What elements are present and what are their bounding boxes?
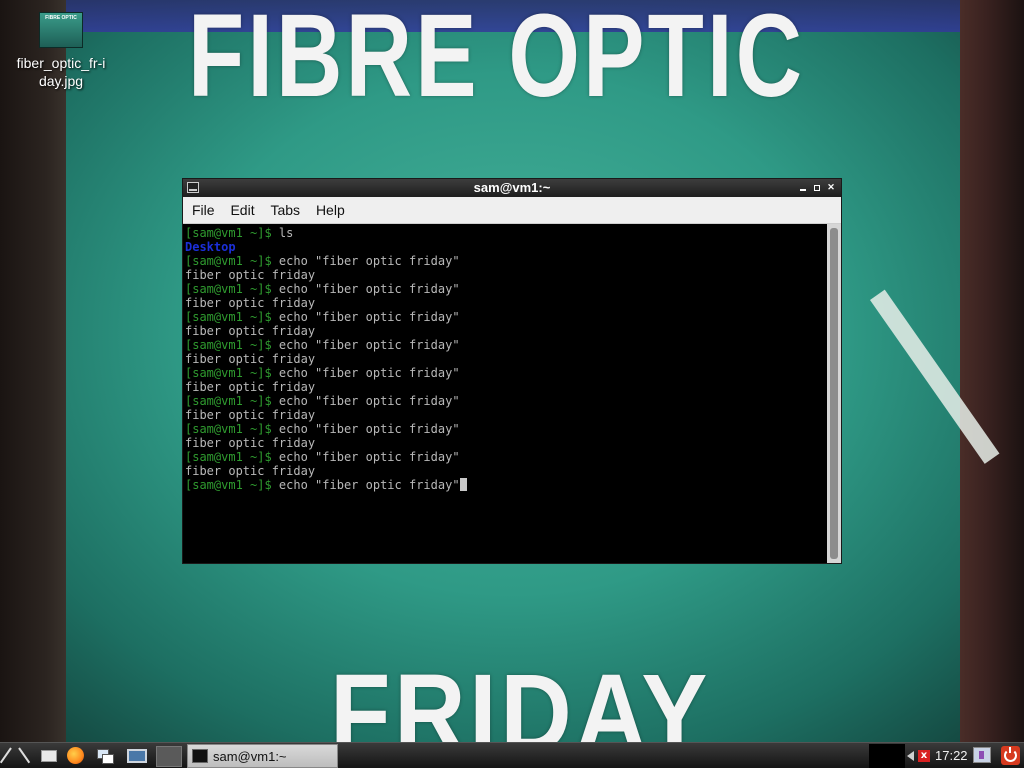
- command-text: echo "fiber optic friday": [271, 338, 460, 352]
- terminal-line: [sam@vm1 ~]$ echo "fiber optic friday": [185, 394, 827, 408]
- command-text: echo "fiber optic friday": [271, 450, 460, 464]
- terminal-menubar: File Edit Tabs Help: [183, 197, 841, 224]
- minimize-button[interactable]: [797, 181, 809, 194]
- terminal-scrollbar[interactable]: [827, 224, 841, 563]
- terminal-line: [sam@vm1 ~]$ ls: [185, 226, 827, 240]
- terminal-line: fiber optic friday: [185, 408, 827, 422]
- file-manager-button[interactable]: [38, 745, 60, 766]
- desktop-icon: [127, 748, 147, 763]
- terminal-line: fiber optic friday: [185, 296, 827, 310]
- power-icon: [1004, 747, 1017, 762]
- window-titlebar[interactable]: sam@vm1:~: [183, 179, 841, 197]
- tray-applet-area: [869, 744, 905, 768]
- shell-prompt: [sam@vm1 ~]$: [185, 282, 272, 296]
- command-output: fiber optic friday: [185, 352, 316, 366]
- terminal-line: Desktop: [185, 240, 827, 254]
- network-disconnected-icon[interactable]: x: [918, 750, 930, 762]
- maximize-button[interactable]: [811, 181, 823, 194]
- image-thumbnail-icon: FIBRE OPTIC: [39, 12, 83, 48]
- terminal-line: [sam@vm1 ~]$ echo "fiber optic friday": [185, 450, 827, 464]
- firefox-icon: [66, 747, 84, 764]
- taskbar-clock[interactable]: 17:22: [935, 743, 968, 768]
- desktop-file-label: fiber_optic_fr-iday.jpg: [16, 55, 106, 89]
- command-output: fiber optic friday: [185, 408, 316, 422]
- taskbar-separator: [156, 746, 182, 767]
- shell-prompt: [sam@vm1 ~]$: [185, 394, 272, 408]
- terminal-line: fiber optic friday: [185, 268, 827, 282]
- terminal-line: fiber optic friday: [185, 464, 827, 478]
- shell-prompt: [sam@vm1 ~]$: [185, 226, 272, 240]
- command-output: fiber optic friday: [185, 324, 316, 338]
- terminal-line: fiber optic friday: [185, 324, 827, 338]
- terminal-window[interactable]: sam@vm1:~ File Edit Tabs Help [sam@vm1 ~…: [182, 178, 842, 564]
- thumbnail-text: FIBRE OPTIC: [45, 15, 77, 21]
- directory-entry: Desktop: [185, 240, 236, 254]
- terminal-line: fiber optic friday: [185, 436, 827, 450]
- shell-prompt: [sam@vm1 ~]$: [185, 254, 272, 268]
- command-text: ls: [271, 226, 294, 240]
- shell-prompt: [sam@vm1 ~]$: [185, 478, 272, 492]
- terminal-line: fiber optic friday: [185, 352, 827, 366]
- terminal-line: [sam@vm1 ~]$ echo "fiber optic friday": [185, 338, 827, 352]
- wallpaper-frame-left: [0, 0, 66, 742]
- shell-prompt: [sam@vm1 ~]$: [185, 422, 272, 436]
- command-text: echo "fiber optic friday": [271, 422, 460, 436]
- tray-expand-arrow-icon[interactable]: [907, 751, 914, 761]
- close-button[interactable]: [825, 181, 837, 194]
- terminal-line: fiber optic friday: [185, 380, 827, 394]
- power-button[interactable]: [1001, 746, 1020, 765]
- desktop-file-icon[interactable]: FIBRE OPTIC fiber_optic_fr-iday.jpg: [6, 12, 116, 90]
- shell-prompt: [sam@vm1 ~]$: [185, 366, 272, 380]
- command-output: fiber optic friday: [185, 296, 316, 310]
- desktop: FIBRE OPTIC FRIDAY FIBRE OPTIC fiber_opt…: [0, 0, 1024, 768]
- command-text: echo "fiber optic friday": [271, 478, 460, 492]
- window-title: sam@vm1:~: [473, 180, 551, 195]
- command-text: echo "fiber optic friday": [271, 254, 460, 268]
- menu-help[interactable]: Help: [310, 197, 351, 223]
- show-desktop-button[interactable]: [124, 745, 150, 766]
- terminal-line: [sam@vm1 ~]$ echo "fiber optic friday": [185, 366, 827, 380]
- terminal-line: [sam@vm1 ~]$ echo "fiber optic friday": [185, 310, 827, 324]
- window-switcher-button[interactable]: [94, 745, 116, 766]
- command-output: fiber optic friday: [185, 268, 316, 282]
- command-text: echo "fiber optic friday": [271, 310, 460, 324]
- terminal-line: [sam@vm1 ~]$ echo "fiber optic friday": [185, 422, 827, 436]
- taskbar-task-label: sam@vm1:~: [213, 748, 287, 764]
- start-menu-button[interactable]: [4, 745, 34, 766]
- menu-edit[interactable]: Edit: [224, 197, 260, 223]
- shell-prompt: [sam@vm1 ~]$: [185, 450, 272, 464]
- taskbar: sam@vm1:~ x 17:22: [0, 742, 1024, 768]
- command-text: echo "fiber optic friday": [271, 394, 460, 408]
- command-output: fiber optic friday: [185, 436, 316, 450]
- terminal-output[interactable]: [sam@vm1 ~]$ ls Desktop [sam@vm1 ~]$ echo …: [183, 224, 827, 563]
- command-text: echo "fiber optic friday": [271, 366, 460, 380]
- screen-icon[interactable]: [973, 747, 991, 763]
- menu-tabs[interactable]: Tabs: [264, 197, 306, 223]
- terminal-line: [sam@vm1 ~]$ echo "fiber optic friday": [185, 478, 827, 492]
- windows-icon: [97, 748, 114, 764]
- lxde-logo-icon: [6, 746, 32, 766]
- folder-icon: [41, 749, 57, 762]
- terminal-line: [sam@vm1 ~]$ echo "fiber optic friday": [185, 254, 827, 268]
- terminal-line: [sam@vm1 ~]$ echo "fiber optic friday": [185, 282, 827, 296]
- command-text: echo "fiber optic friday": [271, 282, 460, 296]
- shell-prompt: [sam@vm1 ~]$: [185, 310, 272, 324]
- web-browser-button[interactable]: [64, 745, 86, 766]
- scrollbar-thumb[interactable]: [830, 228, 838, 559]
- terminal-icon: [192, 749, 208, 763]
- shell-prompt: [sam@vm1 ~]$: [185, 338, 272, 352]
- menu-file[interactable]: File: [186, 197, 221, 223]
- command-output: fiber optic friday: [185, 464, 316, 478]
- command-output: fiber optic friday: [185, 380, 316, 394]
- taskbar-task-terminal[interactable]: sam@vm1:~: [187, 744, 338, 768]
- wallpaper-frame-right: [960, 0, 1024, 742]
- text-cursor: [459, 478, 467, 491]
- wallpaper-title-top: FIBRE OPTIC: [188, 0, 806, 122]
